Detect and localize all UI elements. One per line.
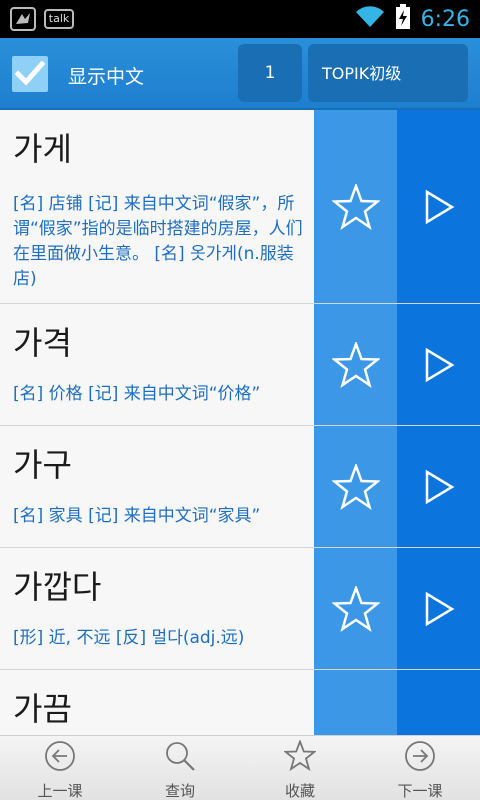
bird-notification-icon [10, 6, 36, 32]
next-lesson-button[interactable]: 下一课 [360, 736, 480, 800]
talk-label: talk [43, 9, 75, 29]
prev-lesson-label: 上一课 [37, 782, 83, 800]
next-lesson-label: 下一课 [397, 782, 443, 800]
word-list: 가게 [名] 店铺 [记] 来自中文词“假家”，所谓“假家”指的是临时搭建的房屋… [0, 110, 480, 735]
definition-text: [形] 近, 不远 [反] 멀다(adj.远) [13, 628, 245, 648]
play-audio-button[interactable] [397, 426, 480, 547]
clock: 6:26 [420, 6, 470, 32]
list-item[interactable]: 가끔 [0, 670, 480, 735]
star-icon [331, 183, 380, 230]
favorite-button[interactable] [314, 548, 397, 669]
play-icon [425, 189, 454, 224]
search-button[interactable]: 查询 [120, 736, 240, 800]
word-text: 가깝다 [13, 568, 102, 606]
favorites-label: 收藏 [284, 782, 315, 800]
star-icon [331, 341, 380, 388]
show-chinese-label[interactable]: 显示中文 [68, 62, 144, 89]
word-text: 가끔 [13, 690, 72, 728]
word-text: 가격 [13, 324, 72, 362]
star-icon [331, 463, 380, 510]
lesson-number-button[interactable]: 1 [238, 44, 302, 102]
definition-text: [名] 价格 [记] 来自中文词“价格” [13, 384, 261, 404]
play-icon [425, 469, 454, 504]
list-item[interactable]: 가깝다 [形] 近, 不远 [反] 멀다(adj.远) [0, 548, 480, 670]
show-chinese-checkbox[interactable] [12, 56, 48, 92]
level-selector-button[interactable]: TOPIK初级 [308, 44, 468, 102]
favorite-button[interactable] [314, 110, 397, 303]
favorites-button[interactable]: 收藏 [240, 736, 360, 800]
list-item[interactable]: 가게 [名] 店铺 [记] 来自中文词“假家”，所谓“假家”指的是临时搭建的房屋… [0, 110, 480, 304]
favorite-button[interactable] [314, 426, 397, 547]
definition-text: [名] 店铺 [记] 来自中文词“假家”，所谓“假家”指的是临时搭建的房屋，人们… [13, 194, 303, 289]
play-audio-button[interactable] [397, 548, 480, 669]
definition-text: [名] 家具 [记] 来自中文词“家具” [13, 506, 261, 526]
star-icon [331, 585, 380, 632]
favorite-button[interactable] [314, 670, 397, 735]
play-icon [425, 591, 454, 626]
checkmark-icon [15, 61, 45, 86]
play-audio-button[interactable] [397, 304, 480, 425]
magnifier-icon [166, 742, 195, 771]
prev-lesson-button[interactable]: 上一课 [0, 736, 120, 800]
play-icon [425, 347, 454, 382]
play-audio-button[interactable] [397, 110, 480, 303]
word-text: 가구 [13, 446, 72, 484]
battery-charging-icon [395, 4, 411, 34]
arrow-right-circle-icon [405, 741, 435, 771]
talk-icon: talk [43, 6, 75, 32]
star-icon [284, 740, 316, 772]
word-text: 가게 [13, 130, 72, 168]
play-audio-button[interactable] [397, 670, 480, 735]
list-item[interactable]: 가격 [名] 价格 [记] 来自中文词“价格” [0, 304, 480, 426]
favorite-button[interactable] [314, 304, 397, 425]
list-item[interactable]: 가구 [名] 家具 [记] 来自中文词“家具” [0, 426, 480, 548]
search-label: 查询 [164, 782, 195, 800]
top-toolbar: 显示中文 1 TOPIK初级 [0, 38, 480, 110]
wifi-icon [355, 5, 385, 33]
bottom-nav: 上一课 查询 收藏 下一课 [0, 735, 480, 800]
arrow-left-circle-icon [45, 741, 75, 771]
status-bar: talk 6:26 [0, 0, 480, 38]
